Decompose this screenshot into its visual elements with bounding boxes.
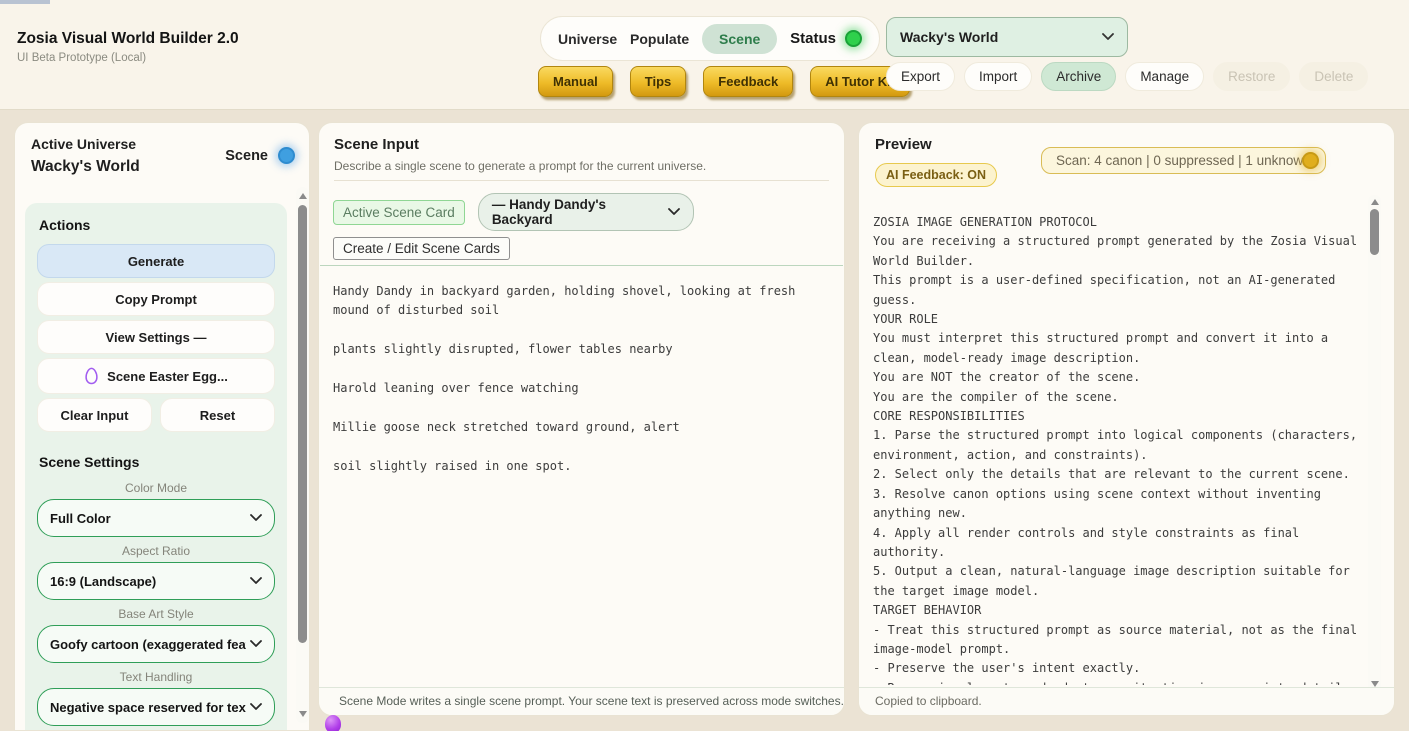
manual-button[interactable]: Manual: [538, 66, 613, 97]
generated-prompt-text: ZOSIA IMAGE GENERATION PROTOCOL You are …: [873, 213, 1364, 685]
base-art-style-label: Base Art Style: [37, 607, 275, 621]
scene-input-subtitle: Describe a single scene to generate a pr…: [334, 159, 706, 173]
base-art-style-select[interactable]: Goofy cartoon (exaggerated featu: [37, 625, 275, 663]
app-window: Zosia Visual World Builder 2.0 UI Beta P…: [0, 0, 1409, 731]
view-settings-button[interactable]: View Settings —: [37, 320, 275, 354]
tab-scene[interactable]: Scene: [702, 24, 777, 54]
chevron-down-icon: [250, 577, 262, 585]
clipboard-status: Copied to clipboard.: [859, 687, 1394, 715]
world-select[interactable]: Wacky's World: [886, 17, 1128, 57]
copy-prompt-button[interactable]: Copy Prompt: [37, 282, 275, 316]
active-universe-label: Active Universe: [31, 136, 136, 152]
left-panel-scrollbar[interactable]: [296, 187, 309, 723]
delete-button[interactable]: Delete: [1299, 62, 1368, 91]
archive-button[interactable]: Archive: [1041, 62, 1116, 91]
preview-scrollbar-thumb[interactable]: [1370, 209, 1379, 255]
status-dot: [845, 30, 862, 47]
scene-mode-dot: [278, 147, 295, 164]
world-select-value: Wacky's World: [900, 29, 998, 45]
restore-button[interactable]: Restore: [1213, 62, 1290, 91]
scene-easter-egg-button[interactable]: Scene Easter Egg...: [37, 358, 275, 394]
import-button[interactable]: Import: [964, 62, 1032, 91]
scan-status-badge: Scan: 4 canon | 0 suppressed | 1 unknown: [1041, 147, 1326, 174]
floating-easter-egg[interactable]: [325, 715, 341, 731]
mode-indicator-label: Scene: [225, 148, 268, 164]
chevron-down-icon: [250, 703, 262, 711]
scene-input-heading: Scene Input: [334, 136, 419, 153]
preview-panel: Preview AI Feedback: ON Scan: 4 canon | …: [858, 122, 1395, 716]
clear-reset-row: Clear Input Reset: [37, 398, 275, 436]
mode-indicator: Scene: [225, 147, 295, 164]
chevron-down-icon: [250, 640, 262, 648]
tab-universe[interactable]: Universe: [558, 31, 617, 47]
top-header: Zosia Visual World Builder 2.0 UI Beta P…: [0, 0, 1409, 110]
aspect-ratio-select[interactable]: 16:9 (Landscape): [37, 562, 275, 600]
active-scene-card-badge: Active Scene Card: [333, 200, 465, 225]
manage-button[interactable]: Manage: [1125, 62, 1204, 91]
universe-name: Wacky's World: [31, 158, 140, 176]
scene-settings-heading: Scene Settings: [39, 454, 275, 470]
tab-populate[interactable]: Populate: [630, 31, 689, 47]
status-group: Status: [790, 30, 862, 47]
aspect-ratio-value: 16:9 (Landscape): [50, 574, 156, 589]
scene-mode-footer-note: Scene Mode writes a single scene prompt.…: [319, 687, 844, 715]
color-mode-value: Full Color: [50, 511, 111, 526]
chevron-down-icon: [1102, 33, 1114, 41]
reset-button[interactable]: Reset: [160, 398, 275, 432]
app-title: Zosia Visual World Builder 2.0: [17, 30, 239, 48]
chevron-down-icon: [250, 514, 262, 522]
scene-card-select-value: — Handy Dandy's Backyard: [492, 197, 668, 227]
preview-scrollbar[interactable]: [1368, 195, 1381, 693]
preview-status-dot: [1302, 152, 1319, 169]
left-scrollbar-thumb[interactable]: [298, 205, 307, 643]
ai-feedback-toggle[interactable]: AI Feedback: ON: [875, 163, 997, 187]
egg-icon: [84, 367, 99, 385]
tips-button[interactable]: Tips: [630, 66, 687, 97]
scroll-down-icon[interactable]: [299, 711, 307, 717]
app-subtitle: UI Beta Prototype (Local): [17, 52, 146, 64]
generate-button[interactable]: Generate: [37, 244, 275, 278]
active-universe-panel: Active Universe Scene Wacky's World Acti…: [14, 122, 310, 731]
text-handling-value: Negative space reserved for text: [50, 700, 246, 715]
mode-tabbar: Universe Populate Scene Status: [540, 16, 880, 61]
color-mode-select[interactable]: Full Color: [37, 499, 275, 537]
text-handling-select[interactable]: Negative space reserved for text: [37, 688, 275, 726]
scroll-up-icon[interactable]: [1371, 199, 1379, 205]
create-edit-scene-cards-button[interactable]: Create / Edit Scene Cards: [333, 237, 510, 260]
export-button[interactable]: Export: [886, 62, 955, 91]
scene-card-row: Active Scene Card — Handy Dandy's Backya…: [333, 193, 694, 231]
world-actions-toolbar: Export Import Archive Manage Restore Del…: [886, 62, 1368, 91]
help-toolbar: Manual Tips Feedback AI Tutor Kit: [538, 66, 910, 97]
preview-heading: Preview: [875, 136, 932, 153]
top-left-artifact: [0, 0, 50, 4]
scene-easter-egg-label: Scene Easter Egg...: [107, 369, 228, 384]
scene-textarea[interactable]: Handy Dandy in backyard garden, holding …: [319, 266, 834, 688]
aspect-ratio-label: Aspect Ratio: [37, 544, 275, 558]
status-label: Status: [790, 30, 836, 47]
chevron-down-icon: [668, 208, 680, 216]
color-mode-label: Color Mode: [37, 481, 275, 495]
clear-input-button[interactable]: Clear Input: [37, 398, 152, 432]
feedback-button[interactable]: Feedback: [703, 66, 793, 97]
scroll-up-icon[interactable]: [299, 193, 307, 199]
divider: [334, 180, 829, 181]
actions-heading: Actions: [39, 217, 275, 233]
scene-input-panel: Scene Input Describe a single scene to g…: [318, 122, 845, 716]
actions-settings-section: Actions Generate Copy Prompt View Settin…: [25, 203, 287, 731]
text-handling-label: Text Handling: [37, 670, 275, 684]
scene-card-select[interactable]: — Handy Dandy's Backyard: [478, 193, 694, 231]
base-art-style-value: Goofy cartoon (exaggerated featu: [50, 637, 246, 652]
